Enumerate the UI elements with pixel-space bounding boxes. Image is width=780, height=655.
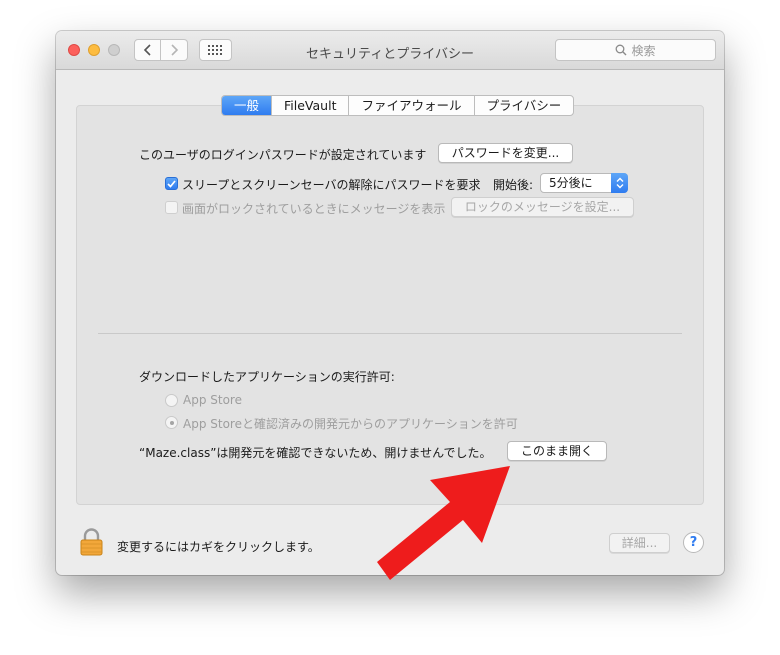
start-delay-value: 5分後に — [549, 176, 593, 190]
lock-button[interactable] — [80, 528, 103, 559]
select-arrows-icon — [611, 173, 628, 193]
tab-general[interactable]: 一般 — [222, 96, 273, 115]
tab-privacy[interactable]: プライバシー — [475, 96, 574, 115]
start-after-label: 開始後: — [493, 178, 534, 192]
password-status-text: このユーザのログインパスワードが設定されています — [139, 148, 427, 162]
radio-app-store[interactable] — [165, 394, 178, 407]
open-anyway-button[interactable]: このまま開く — [507, 441, 607, 461]
checkmark-icon — [167, 179, 176, 188]
search-field[interactable]: 検索 — [555, 39, 716, 61]
title-bar: セキュリティとプライバシー 検索 — [56, 31, 724, 70]
start-delay-select[interactable]: 5分後に — [540, 173, 628, 193]
tab-filevault[interactable]: FileVault — [272, 96, 350, 115]
require-password-checkbox[interactable] — [165, 177, 178, 190]
show-lock-message-checkbox[interactable] — [165, 201, 178, 214]
advanced-button[interactable]: 詳細... — [609, 533, 670, 553]
require-password-label: スリープとスクリーンセーバの解除にパスワードを要求 — [182, 178, 481, 192]
search-icon — [616, 44, 627, 56]
section-divider — [98, 333, 682, 334]
help-button[interactable]: ? — [683, 532, 704, 553]
radio-app-store-and-identified-label: App Storeと確認済みの開発元からのアプリケーションを許可 — [183, 417, 518, 431]
blocked-app-message: “Maze.class”は開発元を確認できないため、開けませんでした。 — [139, 446, 492, 460]
padlock-icon — [80, 528, 103, 556]
change-password-button[interactable]: パスワードを変更... — [438, 143, 573, 163]
tab-bar: 一般 FileVault ファイアウォール プライバシー — [221, 95, 575, 116]
tab-firewall[interactable]: ファイアウォール — [349, 96, 475, 115]
radio-app-store-and-identified[interactable] — [165, 416, 178, 429]
preferences-window: セキュリティとプライバシー 検索 一般 FileVault ファイアウォール プ… — [56, 31, 724, 575]
lock-instruction-text: 変更するにはカギをクリックします。 — [117, 540, 320, 554]
show-lock-message-label: 画面がロックされているときにメッセージを表示 — [182, 202, 446, 216]
search-placeholder: 検索 — [631, 43, 656, 58]
radio-app-store-label: App Store — [183, 393, 242, 407]
set-lock-message-button[interactable]: ロックのメッセージを設定... — [451, 197, 634, 217]
downloads-heading: ダウンロードしたアプリケーションの実行許可: — [139, 370, 395, 384]
